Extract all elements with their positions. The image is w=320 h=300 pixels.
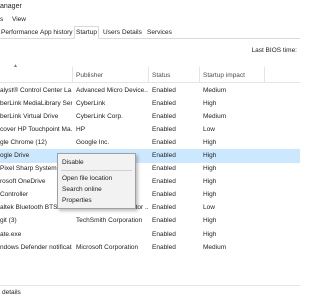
- column-divider[interactable]: [264, 67, 265, 83]
- menu-item-options[interactable]: s: [0, 16, 3, 23]
- row-status: Enabled: [152, 191, 176, 199]
- window-title: anager: [0, 3, 22, 10]
- row-status: Enabled: [152, 178, 176, 186]
- row-publisher: CyberLink Corp.: [76, 112, 123, 120]
- row-name: berLink Virtual Drive: [0, 112, 59, 120]
- tab-startup[interactable]: Startup: [74, 26, 99, 39]
- context-menu-properties[interactable]: Properties: [58, 195, 135, 206]
- row-startup-impact: Medium: [203, 243, 227, 251]
- tab-bar: Performance App history Startup Users De…: [0, 26, 300, 39]
- table-row[interactable]: ogle Drive Enabled High: [0, 149, 300, 163]
- table-row[interactable]: Pixel Sharp System Enabled High: [0, 163, 300, 176]
- tab-app-history[interactable]: App history: [39, 27, 74, 39]
- row-startup-impact: High: [203, 165, 217, 173]
- column-divider[interactable]: [148, 67, 149, 83]
- menu-bar: s View: [0, 14, 300, 25]
- row-status: Enabled: [152, 138, 176, 146]
- row-publisher: CyberLink: [76, 99, 106, 107]
- title-bar: anager: [0, 0, 300, 13]
- table-row[interactable]: ndows Defender notificati... Microsoft Co…: [0, 241, 300, 254]
- row-startup-impact: Medium: [203, 112, 227, 120]
- table-row[interactable]: Controller Enabled High: [0, 189, 300, 202]
- row-startup-impact: High: [203, 230, 217, 238]
- fewer-details-link[interactable]: details: [2, 289, 21, 296]
- row-status: Enabled: [152, 217, 176, 225]
- context-menu-disable[interactable]: Disable: [58, 157, 135, 168]
- column-divider[interactable]: [199, 67, 200, 83]
- menu-item-view[interactable]: View: [12, 16, 26, 23]
- row-name: ate.exe: [0, 230, 22, 238]
- row-name: git (3): [0, 217, 17, 225]
- row-publisher: HP: [76, 125, 86, 133]
- row-name: alyst® Control Center La...: [0, 86, 72, 94]
- row-startup-impact: Medium: [203, 86, 227, 94]
- table-row[interactable]: berLink MediaLibrary Serv... CyberLink Ena…: [0, 97, 300, 110]
- table-row[interactable]: berLink Virtual Drive CyberLink Corp. Enab…: [0, 110, 300, 123]
- row-publisher: Google Inc.: [76, 138, 110, 146]
- row-status: Enabled: [152, 125, 176, 133]
- row-startup-impact: Low: [203, 204, 215, 212]
- row-startup-impact: High: [203, 178, 217, 186]
- row-status: Enabled: [152, 165, 176, 173]
- row-name: ndows Defender notificati...: [0, 243, 72, 251]
- table-row[interactable]: git (3) TechSmith Corporation Enabled High: [0, 215, 300, 228]
- table-row[interactable]: alyst® Control Center La... Advanced Micr…: [0, 84, 300, 97]
- context-menu-open-file-location[interactable]: Open file location: [58, 173, 135, 184]
- row-status: Enabled: [152, 151, 176, 159]
- row-startup-impact: High: [203, 191, 217, 199]
- startup-list: alyst® Control Center La... Advanced Micr…: [0, 84, 300, 254]
- table-row[interactable]: rosoft OneDrive Enabled High: [0, 176, 300, 189]
- row-startup-impact: High: [203, 217, 217, 225]
- row-publisher: TechSmith Corporation: [76, 217, 143, 225]
- row-startup-impact: High: [203, 138, 217, 146]
- row-status: Enabled: [152, 204, 176, 212]
- row-status: Enabled: [152, 230, 176, 238]
- row-name: gle Chrome (12): [0, 138, 47, 146]
- row-status: Enabled: [152, 243, 176, 251]
- table-row[interactable]: gle Chrome (12) Google Inc. Enabled High: [0, 136, 300, 149]
- row-status: Enabled: [152, 99, 176, 107]
- row-name: cover HP Touchpoint Ma...: [0, 125, 72, 133]
- row-startup-impact: High: [203, 151, 217, 159]
- row-status: Enabled: [152, 86, 176, 94]
- column-divider[interactable]: [72, 67, 73, 83]
- status-bar: details: [0, 285, 300, 300]
- menu-separator: [61, 170, 132, 171]
- table-row[interactable]: ate.exe Enabled High: [0, 228, 300, 241]
- table-row[interactable]: altek Bluetooth BTServer ...Realtek Semi…: [0, 202, 300, 215]
- tab-services[interactable]: Services: [146, 27, 173, 39]
- column-header-startup-impact[interactable]: Startup impact: [203, 72, 245, 79]
- tab-users[interactable]: Users: [102, 27, 121, 39]
- tab-performance[interactable]: Performance: [0, 27, 39, 39]
- row-publisher: Advanced Micro Device...: [76, 86, 148, 94]
- tab-details[interactable]: Details: [121, 27, 143, 39]
- column-headers: Publisher Status Startup impact: [0, 67, 300, 83]
- row-publisher: Microsoft Corporation: [76, 243, 139, 251]
- column-header-status[interactable]: Status: [152, 72, 170, 79]
- context-menu: Disable Open file location Search online…: [57, 153, 136, 209]
- row-name: berLink MediaLibrary Serv...: [0, 99, 72, 107]
- row-status: Enabled: [152, 112, 176, 120]
- context-menu-search-online[interactable]: Search online: [58, 184, 135, 195]
- table-row[interactable]: cover HP Touchpoint Ma... HP Enabled Low: [0, 123, 300, 136]
- last-bios-time: Last BIOS time:: [251, 47, 297, 54]
- row-startup-impact: High: [203, 99, 217, 107]
- row-startup-impact: Low: [203, 125, 215, 133]
- column-header-publisher[interactable]: Publisher: [76, 72, 103, 79]
